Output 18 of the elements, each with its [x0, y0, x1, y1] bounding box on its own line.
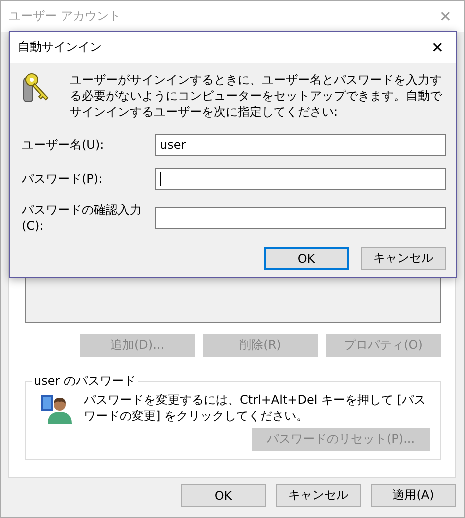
input-field[interactable]: user	[155, 134, 446, 156]
input-field[interactable]	[155, 168, 446, 190]
user-computer-icon	[40, 392, 72, 424]
dialog-button[interactable]: OK	[181, 484, 266, 507]
window-title: ユーザー アカウント	[9, 8, 121, 25]
password-instructions: パスワードを変更するには、Ctrl+Alt+Del キーを押して [パスワードの変更] をクリックしてください。	[84, 392, 427, 424]
close-icon[interactable]: ✕	[431, 38, 444, 56]
input-field[interactable]	[155, 206, 446, 228]
field-label: パスワードの確認入力(C):	[22, 202, 143, 233]
field-label: ユーザー名(U):	[22, 136, 106, 154]
field-label: パスワード(P):	[22, 170, 104, 188]
group-title: user のパスワード	[33, 373, 137, 390]
dialog-button[interactable]: 適用(A)	[371, 484, 456, 507]
dialog-title: 自動サインイン	[18, 39, 102, 56]
dialog-button[interactable]: OK	[264, 247, 349, 270]
dialog-message: ユーザーがサインインするときに、ユーザー名とパスワードを入力する必要がないようにコンピューターをセットアップできます。自動でサインインするユーザーを次に指定してください:	[70, 72, 444, 120]
dialog-button[interactable]: キャンセル	[361, 247, 446, 270]
dialog-button[interactable]: キャンセル	[276, 484, 361, 507]
